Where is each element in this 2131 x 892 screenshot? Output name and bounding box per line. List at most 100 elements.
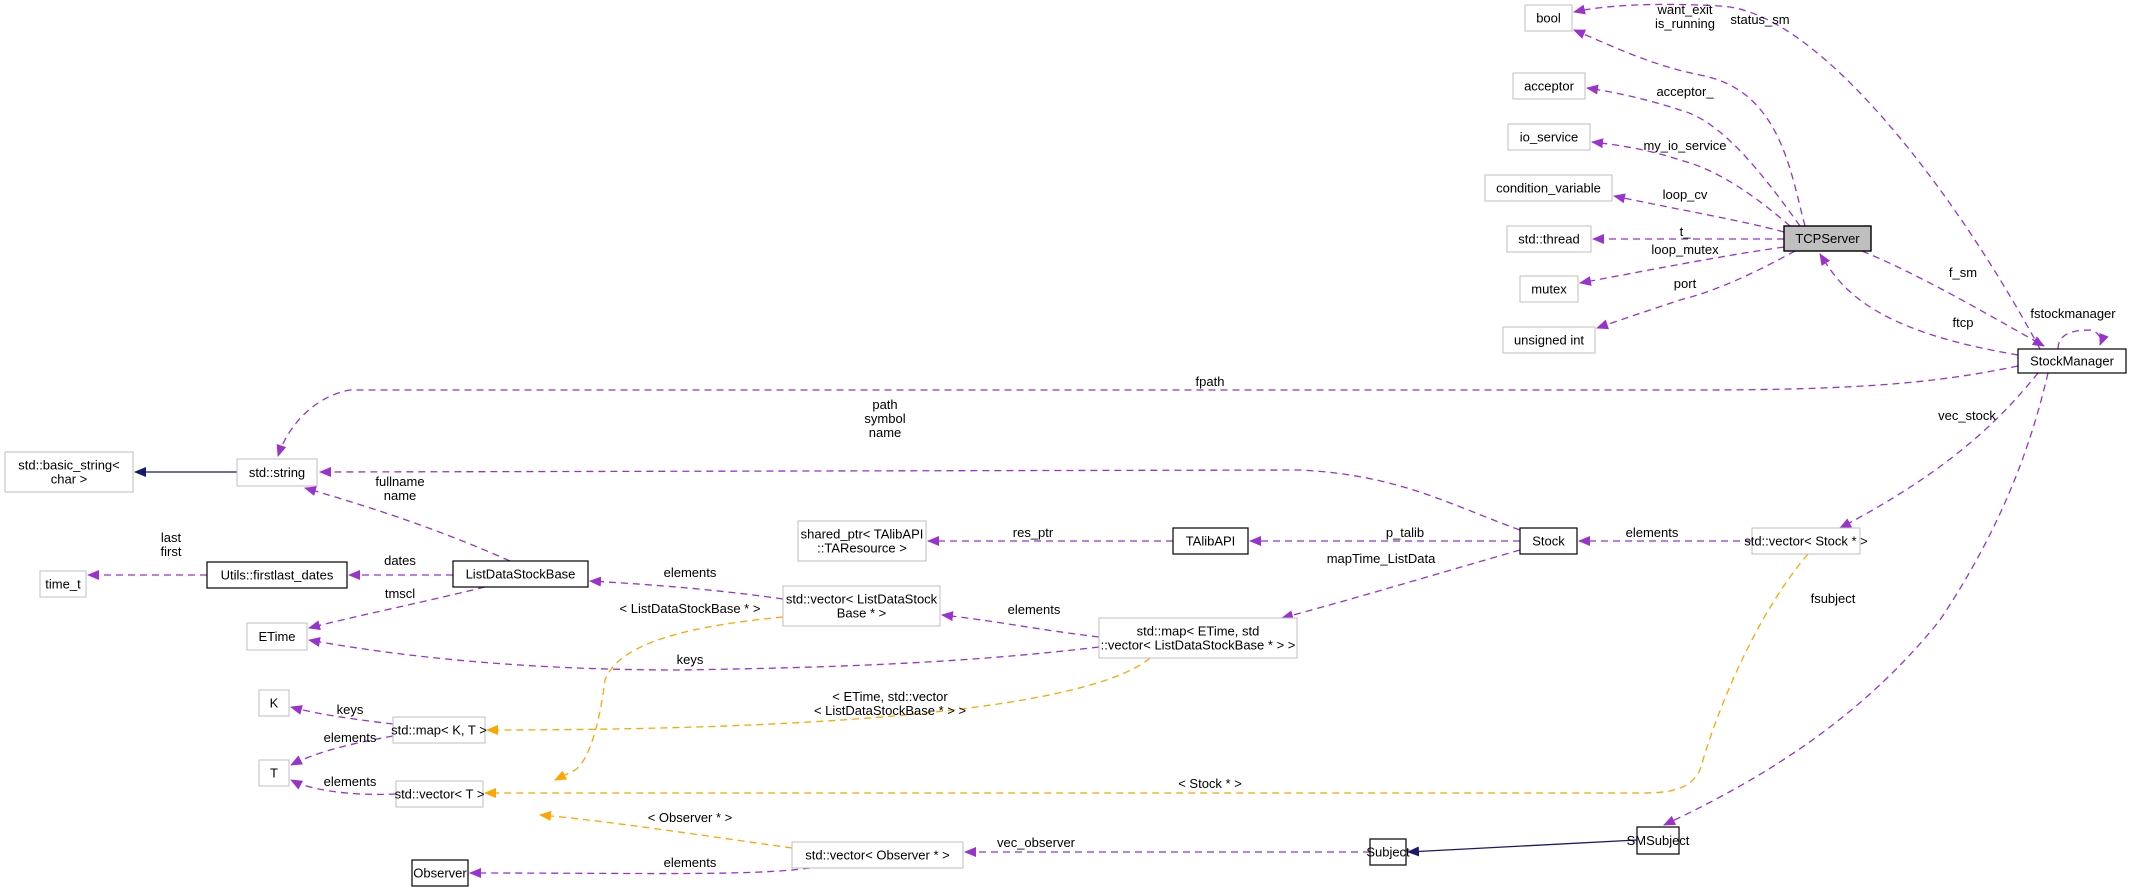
class-node-smsubject[interactable]: SMSubject [1627,826,1690,855]
edge-vecldsb-ldsb [589,576,784,600]
edge-label: elements [324,730,377,745]
edge-label: < Stock * > [1178,776,1242,791]
class-node-tcpserver[interactable]: TCPServer [1783,225,1872,252]
node-label: shared_ptr< TAlibAPI [801,526,924,541]
node-label: std::vector< ListDataStock [786,591,938,606]
edge-label: f_sm [1949,265,1977,280]
node-label: condition_variable [1496,180,1601,195]
class-node-map-kt: std::map< K, T > [391,716,487,744]
class-node-k: K [258,689,290,717]
class-node-stock[interactable]: Stock [1519,527,1578,555]
edge-vecobs-obs [469,867,811,879]
class-node-mutex: mutex [1519,275,1579,303]
class-node-stockmanager[interactable]: StockManager [2017,348,2127,374]
edge-label: keys [337,702,364,717]
edge-label: symbol [864,411,905,426]
class-node-vector-stock: std::vector< Stock * > [1744,527,1868,555]
edge-fsubject [1663,372,2049,826]
node-label: Utils::firstlast_dates [221,567,334,582]
edge-label: < Observer * > [648,810,733,825]
edge-label: elements [324,774,377,789]
edge-map-etime-keys [308,637,1100,671]
node-label: TAlibAPI [1186,533,1236,548]
node-label: K [270,695,279,710]
node-label: Base * > [837,605,887,620]
edge-label: loop_cv [1663,187,1708,202]
node-label: std::vector< T > [395,786,485,801]
node-label: std::thread [1518,231,1579,246]
edge-label: fullname [375,474,424,489]
class-node-t: T [258,759,290,787]
node-label: std::basic_string< [18,457,120,472]
node-label: acceptor [1524,78,1575,93]
edge-label: fstockmanager [2030,306,2116,321]
node-label: ::TAResource > [817,540,907,555]
node-label: std::map< ETime, std [1137,623,1260,638]
edge-fpath [276,365,2019,457]
node-label: mutex [1531,281,1567,296]
class-node-shared-ptr-taresource: shared_ptr< TAlibAPI::TAResource > [797,520,927,562]
edge-label: dates [384,553,416,568]
node-label: std::vector< Observer * > [805,847,950,862]
edge-label: last [161,530,182,545]
collaboration-diagram: status_sm want_exitis_running acceptor_ my_… [4,2,2127,887]
edge-label: status_sm [1730,12,1789,27]
edge-label: ftcp [1953,315,1974,330]
node-label: T [270,765,278,780]
node-label: std::map< K, T > [391,722,487,737]
edge-label: mapTime_ListData [1327,551,1436,566]
edge-tpl-map [486,657,1151,735]
edge-smsubject-inherit [1407,839,1638,857]
edge-ftcp [1819,253,2019,356]
node-label: Observer [413,865,467,880]
edge-label: acceptor_ [1656,84,1714,99]
class-node-vector-observer: std::vector< Observer * > [791,841,964,869]
edge-label: < ETime, std::vector [832,689,948,704]
node-label: Subject [1366,844,1410,859]
node-label: bool [1536,10,1561,25]
node-label: SMSubject [1627,833,1690,848]
class-node-listdatastockbase[interactable]: ListDataStockBase [452,560,589,588]
edge-label: vec_observer [997,835,1076,850]
edge-vec-stock [1839,372,2039,529]
class-node-observer[interactable]: Observer [411,859,469,887]
edge-label: elements [664,565,717,580]
class-node-firstlast-dates[interactable]: Utils::firstlast_dates [206,561,348,589]
class-node-vector-t: std::vector< T > [395,780,485,808]
edge-label: loop_mutex [1651,242,1719,257]
class-node-subject[interactable]: Subject [1366,838,1410,866]
class-node-talibapi[interactable]: TAlibAPI [1172,527,1249,555]
class-node-etime: ETime [246,622,308,651]
class-node-std-string: std::string [236,458,318,487]
edge-label: res_ptr [1013,525,1054,540]
node-label: io_service [1520,129,1579,144]
node-label: ListDataStockBase [466,566,576,581]
edge-io [1591,138,1791,227]
node-label: std::vector< Stock * > [1744,533,1868,548]
edge-label: p_talib [1386,525,1424,540]
node-label: ::vector< ListDataStockBase * > > [1101,637,1296,652]
edge-tpl-vecldsb [554,616,784,781]
edge-label: elements [1008,602,1061,617]
node-label: std::string [249,465,305,480]
edge-label: name [869,425,902,440]
node-label: char > [51,471,88,486]
class-node-bool: bool [1524,4,1573,32]
edge-label: elements [1626,525,1679,540]
node-label: time_t [45,576,81,591]
edge-label: is_running [1655,16,1715,31]
edge-label: name [384,488,417,503]
edge-label: want_exit [1657,2,1713,17]
class-node-condition-variable: condition_variable [1484,174,1613,202]
edge-label: < ListDataStockBase * > > [814,703,966,718]
edge-status-sm [1573,3,2041,350]
node-label: Stock [1532,533,1565,548]
edge-label: first [161,544,182,559]
class-node-time-t: time_t [39,570,87,598]
node-label: unsigned int [1514,332,1584,347]
class-node-unsigned-int: unsigned int [1502,326,1596,354]
edge-label: elements [664,855,717,870]
edge-fstockmanager [2057,329,2109,350]
edge-tpl-vecstock [484,553,1809,798]
edge-acceptor [1586,84,1801,227]
